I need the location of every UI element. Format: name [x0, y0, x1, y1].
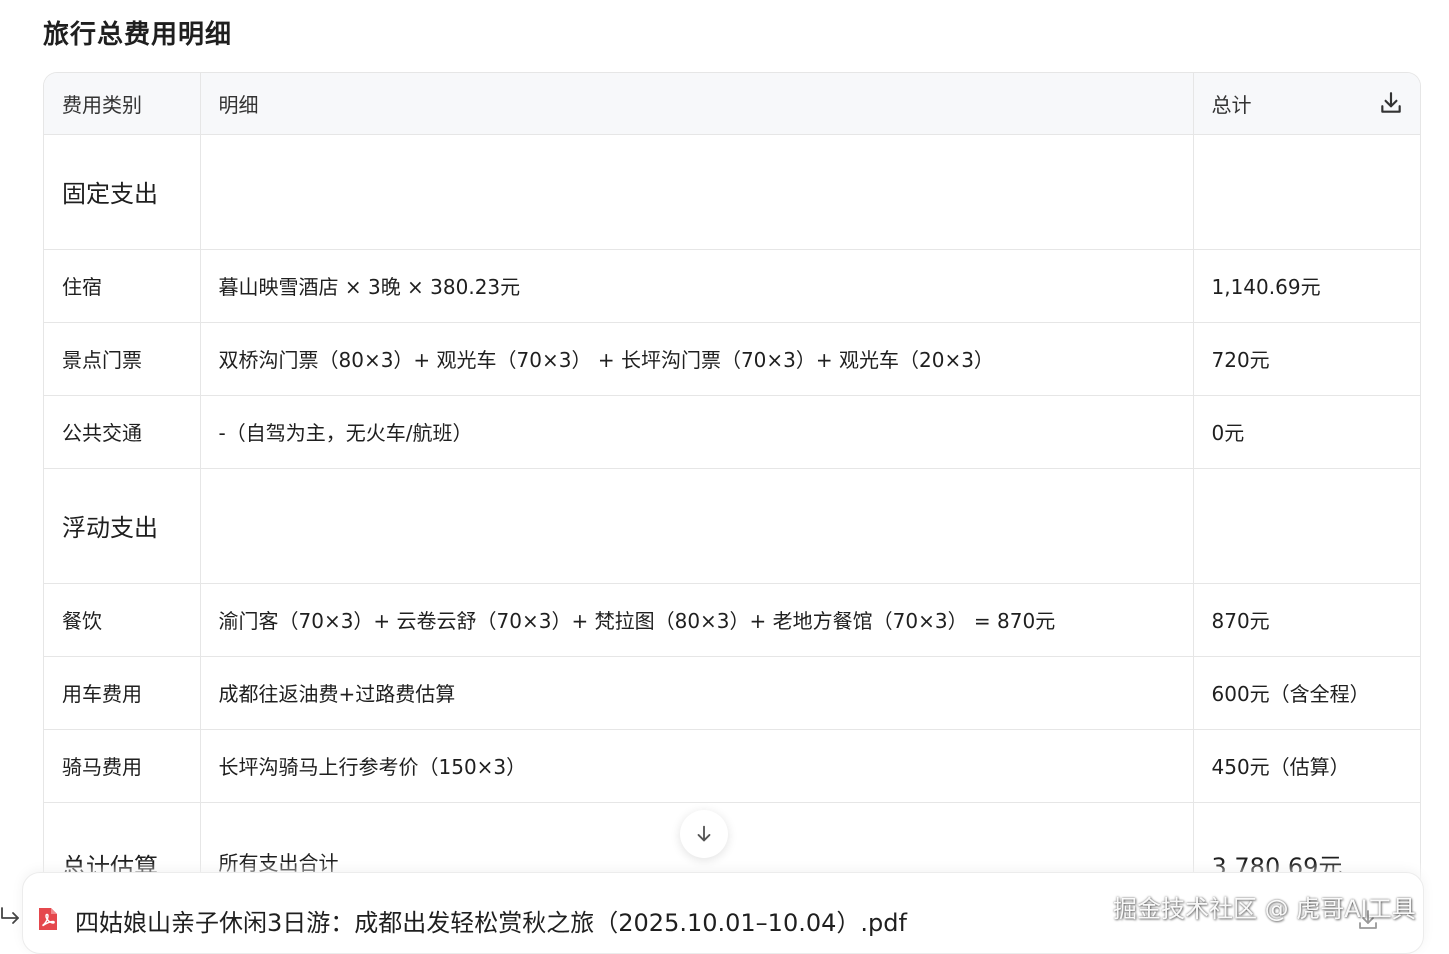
- header-total: 总计: [1193, 73, 1420, 135]
- attachment-file-name[interactable]: 四姑娘山亲子休闲3日游：成都出发轻松赏秋之旅（2025.10.01–10.04）…: [75, 903, 907, 938]
- row-total: [1193, 468, 1420, 584]
- row-category: 餐饮: [44, 583, 201, 657]
- table-row: 骑马费用 长坪沟骑马上行参考价（150×3） 450元（估算）: [44, 729, 1420, 803]
- row-total: 870元: [1193, 583, 1420, 657]
- row-detail: 渝门客（70×3）+ 云卷云舒（70×3）+ 梵拉图（80×3）+ 老地方餐馆（…: [200, 583, 1194, 657]
- row-detail: 暮山映雪酒店 × 3晚 × 380.23元: [200, 249, 1194, 323]
- row-total: 600元（含全程）: [1193, 656, 1420, 730]
- pdf-icon: [39, 908, 57, 930]
- row-category: 用车费用: [44, 656, 201, 730]
- row-detail: [200, 468, 1194, 584]
- row-detail: [200, 134, 1194, 250]
- row-category: 景点门票: [44, 322, 201, 396]
- row-total: 1,140.69元: [1193, 249, 1420, 323]
- reply-arrow-icon: [1, 907, 19, 924]
- row-category: 公共交通: [44, 395, 201, 469]
- page-title: 旅行总费用明细: [43, 20, 233, 50]
- row-total: 0元: [1193, 395, 1420, 469]
- table-row: 餐饮 渝门客（70×3）+ 云卷云舒（70×3）+ 梵拉图（80×3）+ 老地方…: [44, 583, 1420, 657]
- header-detail: 明细: [200, 73, 1194, 135]
- row-category: 骑马费用: [44, 729, 201, 803]
- header-total-label: 总计: [1211, 92, 1252, 117]
- header-category: 费用类别: [44, 73, 201, 135]
- watermark: 掘金技术社区 @ 虎哥AI工具: [1113, 895, 1416, 923]
- row-total: 720元: [1193, 322, 1420, 396]
- row-category: 固定支出: [44, 134, 201, 250]
- table-row: 景点门票 双桥沟门票（80×3）+ 观光车（70×3） + 长坪沟门票（70×3…: [44, 322, 1420, 396]
- arrow-down-icon: [697, 825, 711, 842]
- row-detail: 成都往返油费+过路费估算: [200, 656, 1194, 730]
- row-total: 450元（估算）: [1193, 729, 1420, 803]
- table-row: 公共交通 -（自驾为主，无火车/航班） 0元: [44, 395, 1420, 469]
- table-row: 固定支出: [44, 134, 1420, 250]
- row-total: [1193, 134, 1420, 250]
- row-detail: -（自驾为主，无火车/航班）: [200, 395, 1194, 469]
- expense-table: 费用类别 明细 总计 固定支出 住宿 暮山映雪酒店 × 3晚 × 380.23元: [44, 73, 1420, 923]
- table-row: 住宿 暮山映雪酒店 × 3晚 × 380.23元 1,140.69元: [44, 249, 1420, 323]
- download-icon[interactable]: [1378, 90, 1404, 116]
- row-category: 浮动支出: [44, 468, 201, 584]
- row-detail: 长坪沟骑马上行参考价（150×3）: [200, 729, 1194, 803]
- expense-table-container: 费用类别 明细 总计 固定支出 住宿 暮山映雪酒店 × 3晚 × 380.23元: [43, 72, 1421, 946]
- row-category: 住宿: [44, 249, 201, 323]
- table-row: 浮动支出: [44, 468, 1420, 584]
- table-header-row: 费用类别 明细 总计: [44, 73, 1420, 135]
- row-detail: 双桥沟门票（80×3）+ 观光车（70×3） + 长坪沟门票（70×3）+ 观光…: [200, 322, 1194, 396]
- scroll-down-button[interactable]: [680, 810, 728, 858]
- table-row: 用车费用 成都往返油费+过路费估算 600元（含全程）: [44, 656, 1420, 730]
